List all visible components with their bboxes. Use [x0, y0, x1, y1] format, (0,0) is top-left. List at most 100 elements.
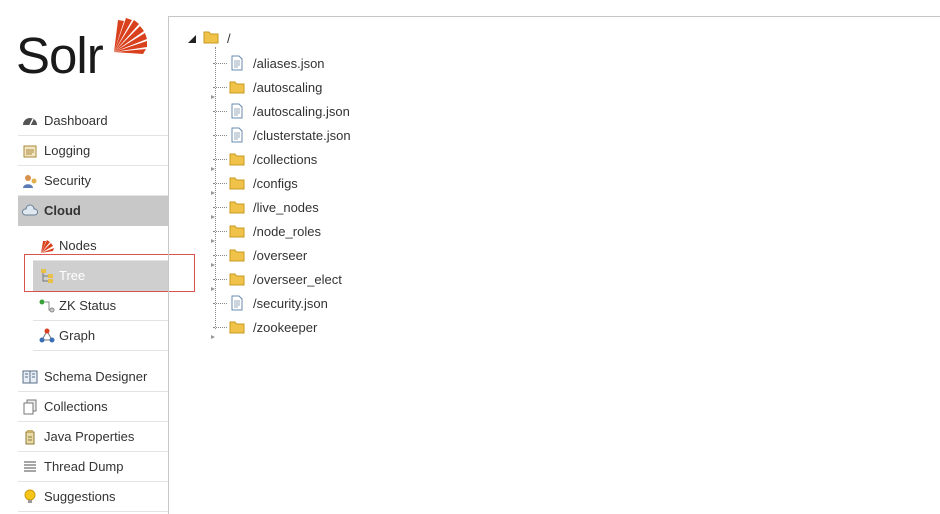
- folder-icon: [229, 199, 245, 215]
- security-icon: [22, 173, 38, 189]
- folder-icon: [229, 319, 245, 335]
- tree-node-label: /aliases.json: [253, 55, 325, 71]
- tree-connector: [213, 230, 227, 232]
- subnav-item-tree[interactable]: Tree: [33, 261, 168, 291]
- tree-expand-toggle[interactable]: [211, 159, 215, 171]
- cloud-icon: [22, 203, 38, 219]
- folder-icon: [203, 29, 219, 48]
- nav-label: Tree: [59, 268, 86, 283]
- nav-item-suggestions[interactable]: Suggestions: [18, 482, 168, 512]
- tree-node[interactable]: /clusterstate.json: [213, 123, 351, 147]
- tree-root[interactable]: /: [187, 29, 231, 48]
- nav-item-thread-dump[interactable]: Thread Dump: [18, 452, 168, 482]
- nav-label: ZK Status: [59, 298, 117, 313]
- tree-node-label: /configs: [253, 175, 298, 191]
- folder-icon: [229, 151, 245, 167]
- tree-node-label: /collections: [253, 151, 318, 167]
- tree-expand-toggle[interactable]: [211, 279, 215, 291]
- tree-node[interactable]: /autoscaling.json: [213, 99, 351, 123]
- zk-tree-panel: / /aliases.json/autoscaling/autoscaling.…: [168, 16, 940, 514]
- tree-connector: [213, 62, 227, 64]
- graph-icon: [39, 328, 55, 344]
- solr-wordmark: Solr: [16, 27, 104, 84]
- tree-expand-toggle[interactable]: [211, 207, 215, 219]
- folder-icon: [229, 79, 245, 95]
- tree-node[interactable]: /aliases.json: [213, 51, 351, 75]
- tree-node-label: /node_roles: [253, 223, 321, 239]
- tree-root-label: /: [227, 31, 231, 46]
- java-properties-icon: [22, 429, 38, 445]
- nav-label: Security: [44, 173, 91, 188]
- tree-children: /aliases.json/autoscaling/autoscaling.js…: [211, 51, 351, 339]
- tree-connector: [213, 110, 227, 112]
- tree-node[interactable]: /live_nodes: [211, 195, 351, 219]
- tree-node-label: /overseer: [253, 247, 308, 263]
- tree-node-label: /autoscaling.json: [253, 103, 350, 119]
- file-icon: [229, 103, 245, 119]
- tree-node[interactable]: /configs: [211, 171, 351, 195]
- tree-expand-toggle[interactable]: [211, 183, 215, 195]
- nav-label: Logging: [44, 143, 91, 158]
- tree-node[interactable]: /security.json: [213, 291, 351, 315]
- file-icon: [229, 55, 245, 71]
- tree-node-label: /clusterstate.json: [253, 127, 351, 143]
- tree-connector: [213, 326, 227, 328]
- thread-dump-icon: [22, 459, 38, 475]
- nav-label: Suggestions: [44, 489, 116, 504]
- subnav-item-zk-status[interactable]: ZK Status: [33, 291, 168, 321]
- sidebar: Solr Dashboard Logging Security Cloud Nodes…: [0, 0, 195, 514]
- dashboard-icon: [22, 113, 38, 129]
- schema-designer-icon: [22, 369, 38, 385]
- nav-item-schema-designer[interactable]: Schema Designer: [18, 362, 168, 392]
- tree-node[interactable]: /collections: [211, 147, 351, 171]
- tree-icon: [39, 268, 55, 284]
- solr-logo[interactable]: Solr: [16, 12, 156, 84]
- tree-expand-toggle[interactable]: [211, 255, 215, 267]
- collections-icon: [22, 399, 38, 415]
- tree-expand-toggle[interactable]: [211, 327, 215, 339]
- tree-node-label: /overseer_elect: [253, 271, 342, 287]
- tree-node[interactable]: /node_roles: [211, 219, 351, 243]
- nav-item-logging[interactable]: Logging: [18, 136, 168, 166]
- nodes-icon: [39, 238, 55, 254]
- nav-item-java-properties[interactable]: Java Properties: [18, 422, 168, 452]
- tree-node-label: /autoscaling: [253, 79, 323, 95]
- file-icon: [229, 127, 245, 143]
- nav-item-dashboard[interactable]: Dashboard: [18, 106, 168, 136]
- tree-node[interactable]: /overseer: [211, 243, 351, 267]
- file-icon: [229, 295, 245, 311]
- subnav-item-nodes[interactable]: Nodes: [33, 231, 168, 261]
- nav-label: Graph: [59, 328, 96, 343]
- nav-item-cloud[interactable]: Cloud: [18, 196, 168, 226]
- cloud-subnav: Nodes Tree ZK Status Graph: [33, 231, 168, 351]
- subnav-item-graph[interactable]: Graph: [33, 321, 168, 351]
- tree-connector: [213, 86, 227, 88]
- nav-label: Cloud: [44, 203, 81, 218]
- tree-connector: [213, 302, 227, 304]
- tree-connector: [213, 158, 227, 160]
- nav-label: Java Properties: [44, 429, 135, 444]
- tree-node-label: /security.json: [253, 295, 328, 311]
- tree-expand-toggle[interactable]: [211, 231, 215, 243]
- tree-root-toggle-icon[interactable]: [187, 34, 197, 44]
- tree-node[interactable]: /autoscaling: [211, 75, 351, 99]
- nav-label: Thread Dump: [44, 459, 124, 474]
- lower-nav: Schema Designer Collections Java Propertie…: [18, 362, 168, 512]
- nav-label: Collections: [44, 399, 108, 414]
- tree-node[interactable]: /zookeeper: [211, 315, 351, 339]
- folder-icon: [229, 175, 245, 191]
- tree-connector: [213, 254, 227, 256]
- main-nav: Dashboard Logging Security Cloud: [18, 106, 168, 226]
- tree-expand-toggle[interactable]: [211, 87, 215, 99]
- nav-label: Dashboard: [44, 113, 108, 128]
- nav-item-collections[interactable]: Collections: [18, 392, 168, 422]
- nav-label: Schema Designer: [44, 369, 148, 384]
- nav-item-security[interactable]: Security: [18, 166, 168, 196]
- tree-connector: [213, 278, 227, 280]
- tree-node-label: /live_nodes: [253, 199, 319, 215]
- zk-status-icon: [39, 298, 55, 314]
- tree-node-label: /zookeeper: [253, 319, 318, 335]
- tree-connector: [213, 206, 227, 208]
- tree-node[interactable]: /overseer_elect: [211, 267, 351, 291]
- folder-icon: [229, 247, 245, 263]
